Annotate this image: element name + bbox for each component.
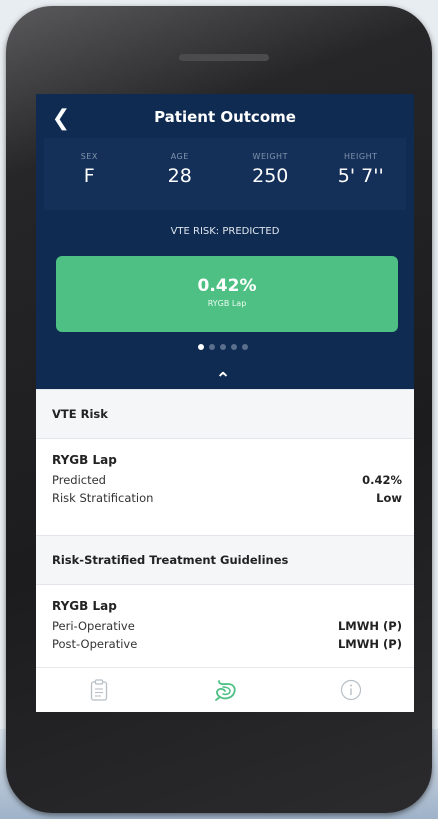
risk-percent: 0.42%: [197, 276, 257, 296]
tab-calculator[interactable]: [36, 668, 162, 712]
outcome-header: ❮ Patient Outcome SEX F AGE 28 WEIGHT 25…: [36, 94, 414, 389]
vte-risk-heading: VTE Risk: [36, 389, 414, 439]
row-risk-stratification: Risk Stratification Low: [52, 491, 402, 505]
row-value: LMWH (P): [337, 637, 402, 651]
carousel-dot[interactable]: [220, 344, 226, 350]
stat-height: HEIGHT 5' 7'': [316, 138, 407, 210]
phone-frame: ❮ Patient Outcome SEX F AGE 28 WEIGHT 25…: [6, 6, 432, 813]
patient-stats: SEX F AGE 28 WEIGHT 250 HEIGHT 5' 7'': [44, 138, 406, 210]
stat-weight: WEIGHT 250: [225, 138, 316, 210]
vte-risk-block: RYGB Lap Predicted 0.42% Risk Stratifica…: [36, 439, 414, 513]
guidelines-block: RYGB Lap Peri-Operative LMWH (P) Post-Op…: [36, 585, 414, 659]
row-value: LMWH (P): [337, 619, 402, 633]
stat-value: 250: [252, 165, 289, 187]
stat-label: HEIGHT: [343, 152, 378, 161]
speaker-grille: [179, 54, 269, 61]
stat-value: F: [83, 165, 95, 187]
tab-outcome[interactable]: [162, 668, 288, 712]
stat-sex: SEX F: [44, 138, 135, 210]
guidelines-heading: Risk-Stratified Treatment Guidelines: [36, 535, 414, 585]
procedure-title: RYGB Lap: [52, 599, 117, 613]
tab-bar: [36, 667, 414, 712]
vte-risk-label: VTE RISK: PREDICTED: [170, 226, 280, 237]
row-predicted: Predicted 0.42%: [52, 473, 402, 487]
stat-label: AGE: [170, 152, 189, 161]
tab-info[interactable]: [288, 668, 414, 712]
stat-value: 28: [167, 165, 192, 187]
risk-card[interactable]: 0.42% RYGB Lap: [56, 256, 398, 332]
stat-label: WEIGHT: [252, 152, 288, 161]
chevron-left-icon[interactable]: ❮: [46, 104, 76, 134]
procedure-title: RYGB Lap: [52, 453, 117, 467]
clipboard-icon: [90, 679, 108, 701]
row-label: Risk Stratification: [52, 491, 154, 505]
row-label: Post-Operative: [52, 637, 138, 651]
row-value: Low: [376, 491, 402, 505]
carousel-dot[interactable]: [231, 344, 237, 350]
carousel-dot[interactable]: [209, 344, 215, 350]
page-title: Patient Outcome: [154, 108, 296, 126]
row-post-operative: Post-Operative LMWH (P): [52, 637, 402, 651]
carousel-dot[interactable]: [198, 344, 204, 350]
carousel-dot[interactable]: [242, 344, 248, 350]
row-label: Peri-Operative: [52, 619, 135, 633]
info-icon: [340, 679, 362, 701]
row-peri-operative: Peri-Operative LMWH (P): [52, 619, 402, 633]
stat-age: AGE 28: [135, 138, 226, 210]
stat-value: 5' 7'': [337, 165, 384, 187]
chevron-up-icon: ⌃: [215, 369, 231, 390]
results-content: VTE Risk RYGB Lap Predicted 0.42% Risk S…: [36, 389, 414, 659]
stomach-icon: [215, 680, 236, 701]
row-label: Predicted: [52, 473, 106, 487]
row-value: 0.42%: [362, 473, 402, 487]
app-screen: ❮ Patient Outcome SEX F AGE 28 WEIGHT 25…: [36, 94, 414, 712]
carousel-dots: [198, 344, 248, 352]
risk-procedure: RYGB Lap: [207, 299, 247, 308]
stat-label: SEX: [80, 152, 98, 161]
